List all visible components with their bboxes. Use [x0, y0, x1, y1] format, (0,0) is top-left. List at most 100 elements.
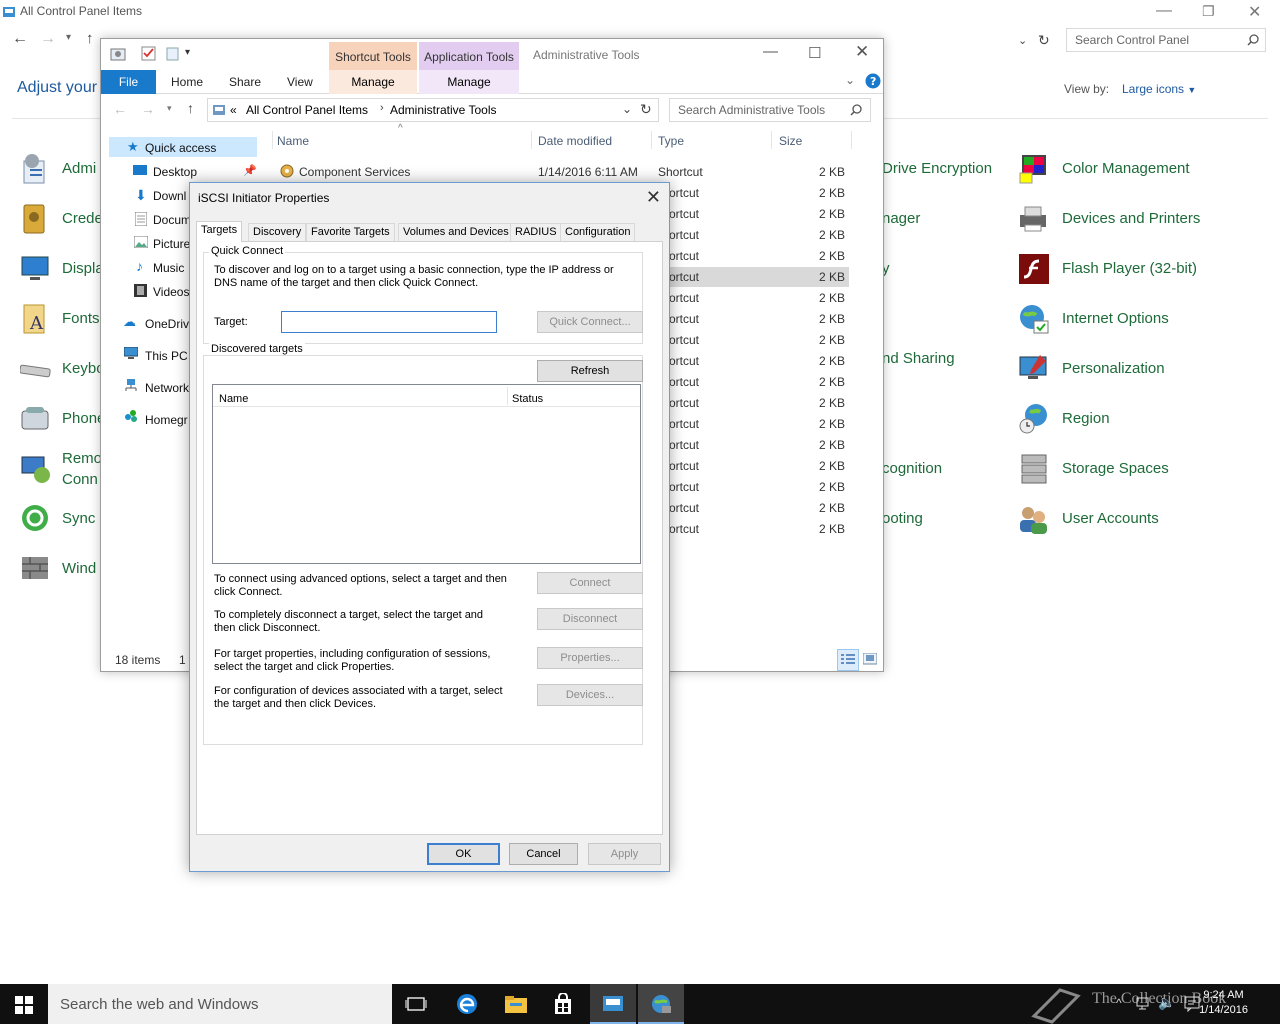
cp-item-personalization[interactable]: Personalization [1062, 360, 1165, 377]
cp-item-credential[interactable]: Crede [62, 210, 103, 227]
table-row[interactable]: ortcut 2 KB [661, 204, 849, 224]
quick-connect-button[interactable]: Quick Connect... [537, 311, 643, 333]
table-row[interactable]: ortcut 2 KB [661, 288, 849, 308]
cp-item-keyboard[interactable]: Keybo [62, 360, 105, 377]
application-tools-tab[interactable]: Application Tools [419, 42, 519, 70]
list-column-name[interactable]: Name [219, 393, 248, 405]
cp-item-speech-recognition[interactable]: cognition [882, 460, 942, 477]
recent-locations-icon[interactable]: ▾ [167, 103, 172, 114]
cp-item-windows[interactable]: Wind [62, 560, 96, 577]
edge-icon[interactable] [456, 993, 478, 1015]
tab-manage-shortcut[interactable]: Manage [329, 70, 417, 94]
cp-item-display[interactable]: Displa [62, 260, 104, 277]
cp-item-remote-line2[interactable]: Conn [62, 471, 98, 488]
new-folder-qat-icon[interactable] [165, 46, 181, 62]
task-view-icon[interactable] [405, 996, 427, 1012]
maximize-icon[interactable]: ☐ [808, 44, 821, 62]
recent-dropdown-icon[interactable]: ▾ [66, 32, 71, 43]
table-row[interactable]: ortcut 2 KB [661, 183, 849, 203]
nav-videos[interactable]: Videos [153, 285, 189, 299]
nav-documents[interactable]: Docum [153, 213, 191, 227]
table-row[interactable]: ortcut 2 KB [661, 267, 849, 287]
details-view-button[interactable] [837, 649, 859, 671]
control-panel-search[interactable]: Search Control Panel [1066, 28, 1266, 52]
cp-item-flash-player[interactable]: Flash Player (32-bit) [1062, 260, 1197, 277]
up-arrow-icon[interactable]: ↑ [86, 30, 94, 47]
table-row[interactable]: ortcut 2 KB [661, 393, 849, 413]
tab-targets[interactable]: Targets [196, 221, 243, 242]
large-icons-view-icon[interactable] [863, 653, 877, 665]
forward-arrow-icon[interactable]: → [40, 30, 56, 48]
table-row[interactable]: ortcut 2 KB [661, 456, 849, 476]
list-column-status[interactable]: Status [512, 393, 543, 405]
dialog-close-icon[interactable]: ✕ [646, 187, 661, 208]
cancel-button[interactable]: Cancel [509, 843, 578, 865]
table-row[interactable]: ortcut 2 KB [661, 330, 849, 350]
taskbar-search[interactable]: Search the web and Windows [48, 984, 392, 1024]
cp-item-sync[interactable]: Sync [62, 510, 95, 527]
devices-button[interactable]: Devices... [537, 684, 643, 706]
file-explorer-icon[interactable] [504, 994, 528, 1014]
address-dropdown-icon[interactable]: ⌄ [622, 102, 632, 116]
control-panel-task[interactable] [590, 984, 636, 1024]
table-row[interactable]: ortcut 2 KB [661, 498, 849, 518]
properties-button[interactable]: Properties... [537, 647, 643, 669]
table-row[interactable]: Component Services 1/14/2016 6:11 AM Sho… [271, 162, 851, 182]
properties-qat-icon[interactable] [109, 45, 127, 63]
cp-item-devices-printers[interactable]: Devices and Printers [1062, 210, 1200, 227]
tab-radius[interactable]: RADIUS [510, 223, 562, 241]
explorer-search[interactable]: Search Administrative Tools [669, 98, 871, 122]
table-row[interactable]: ortcut 2 KB [661, 519, 849, 539]
view-by-dropdown[interactable]: Large icons ▼ [1122, 82, 1196, 96]
tray-chevron-icon[interactable]: ^ [1116, 996, 1122, 1010]
help-icon[interactable]: ? [865, 73, 881, 89]
disconnect-button[interactable]: Disconnect [537, 608, 643, 630]
up-arrow-icon[interactable]: ↑ [187, 100, 194, 116]
ok-button[interactable]: OK [427, 843, 500, 865]
column-name[interactable]: Name [277, 134, 309, 148]
cp-item-admin[interactable]: Admi [62, 160, 96, 177]
table-row[interactable]: ortcut 2 KB [661, 225, 849, 245]
nav-homegroup[interactable]: Homegr [145, 413, 188, 427]
cp-item-remote[interactable]: Remo [62, 450, 102, 467]
tab-volumes-devices[interactable]: Volumes and Devices [398, 223, 514, 241]
volume-icon[interactable]: 🔈 [1158, 994, 1175, 1011]
minimize-icon[interactable]: — [1156, 2, 1172, 20]
refresh-icon[interactable]: ↻ [640, 101, 652, 118]
breadcrumb-all-items[interactable]: All Control Panel Items [246, 103, 368, 117]
cp-item-user-accounts[interactable]: User Accounts [1062, 510, 1159, 527]
apply-button[interactable]: Apply [588, 843, 661, 865]
cp-item-fonts[interactable]: Fonts [62, 310, 100, 327]
column-size[interactable]: Size [779, 134, 802, 148]
table-row[interactable]: ortcut 2 KB [661, 477, 849, 497]
nav-this-pc[interactable]: This PC [145, 349, 188, 363]
nav-quick-access[interactable]: Quick access [145, 141, 216, 155]
checkmark-qat-icon[interactable] [141, 46, 157, 62]
cp-item-troubleshooting[interactable]: ooting [882, 510, 923, 527]
column-type[interactable]: Type [658, 134, 684, 148]
nav-downloads[interactable]: Downl [153, 189, 186, 203]
breadcrumb-admin-tools[interactable]: Administrative Tools [390, 103, 497, 117]
pin-icon[interactable]: 📌 [243, 164, 257, 177]
table-row[interactable]: ortcut 2 KB [661, 309, 849, 329]
table-row[interactable]: ortcut 2 KB [661, 372, 849, 392]
address-bar[interactable]: « All Control Panel Items › Administrati… [207, 98, 659, 122]
column-date-modified[interactable]: Date modified [538, 134, 612, 148]
cp-item-region[interactable]: Region [1062, 410, 1110, 427]
tab-configuration[interactable]: Configuration [560, 223, 636, 241]
tab-share[interactable]: Share [229, 75, 261, 89]
connect-button[interactable]: Connect [537, 572, 643, 594]
back-arrow-icon[interactable]: ← [12, 30, 28, 48]
clock[interactable]: 9:24 AM 1/14/2016 [1199, 988, 1248, 1018]
tab-home[interactable]: Home [171, 75, 203, 89]
network-tray-icon[interactable] [1136, 997, 1152, 1011]
close-icon[interactable]: ✕ [1248, 2, 1261, 22]
refresh-icon[interactable]: ↻ [1038, 32, 1050, 49]
cp-item-color-management[interactable]: Color Management [1062, 160, 1190, 177]
cp-item-phone[interactable]: Phone [62, 410, 105, 427]
table-row[interactable]: ortcut 2 KB [661, 435, 849, 455]
cp-item-bitlocker[interactable]: Drive Encryption [882, 160, 992, 177]
nav-pictures[interactable]: Picture [153, 237, 190, 251]
back-arrow-icon[interactable]: ← [113, 101, 127, 117]
nav-music[interactable]: Music [153, 261, 184, 275]
